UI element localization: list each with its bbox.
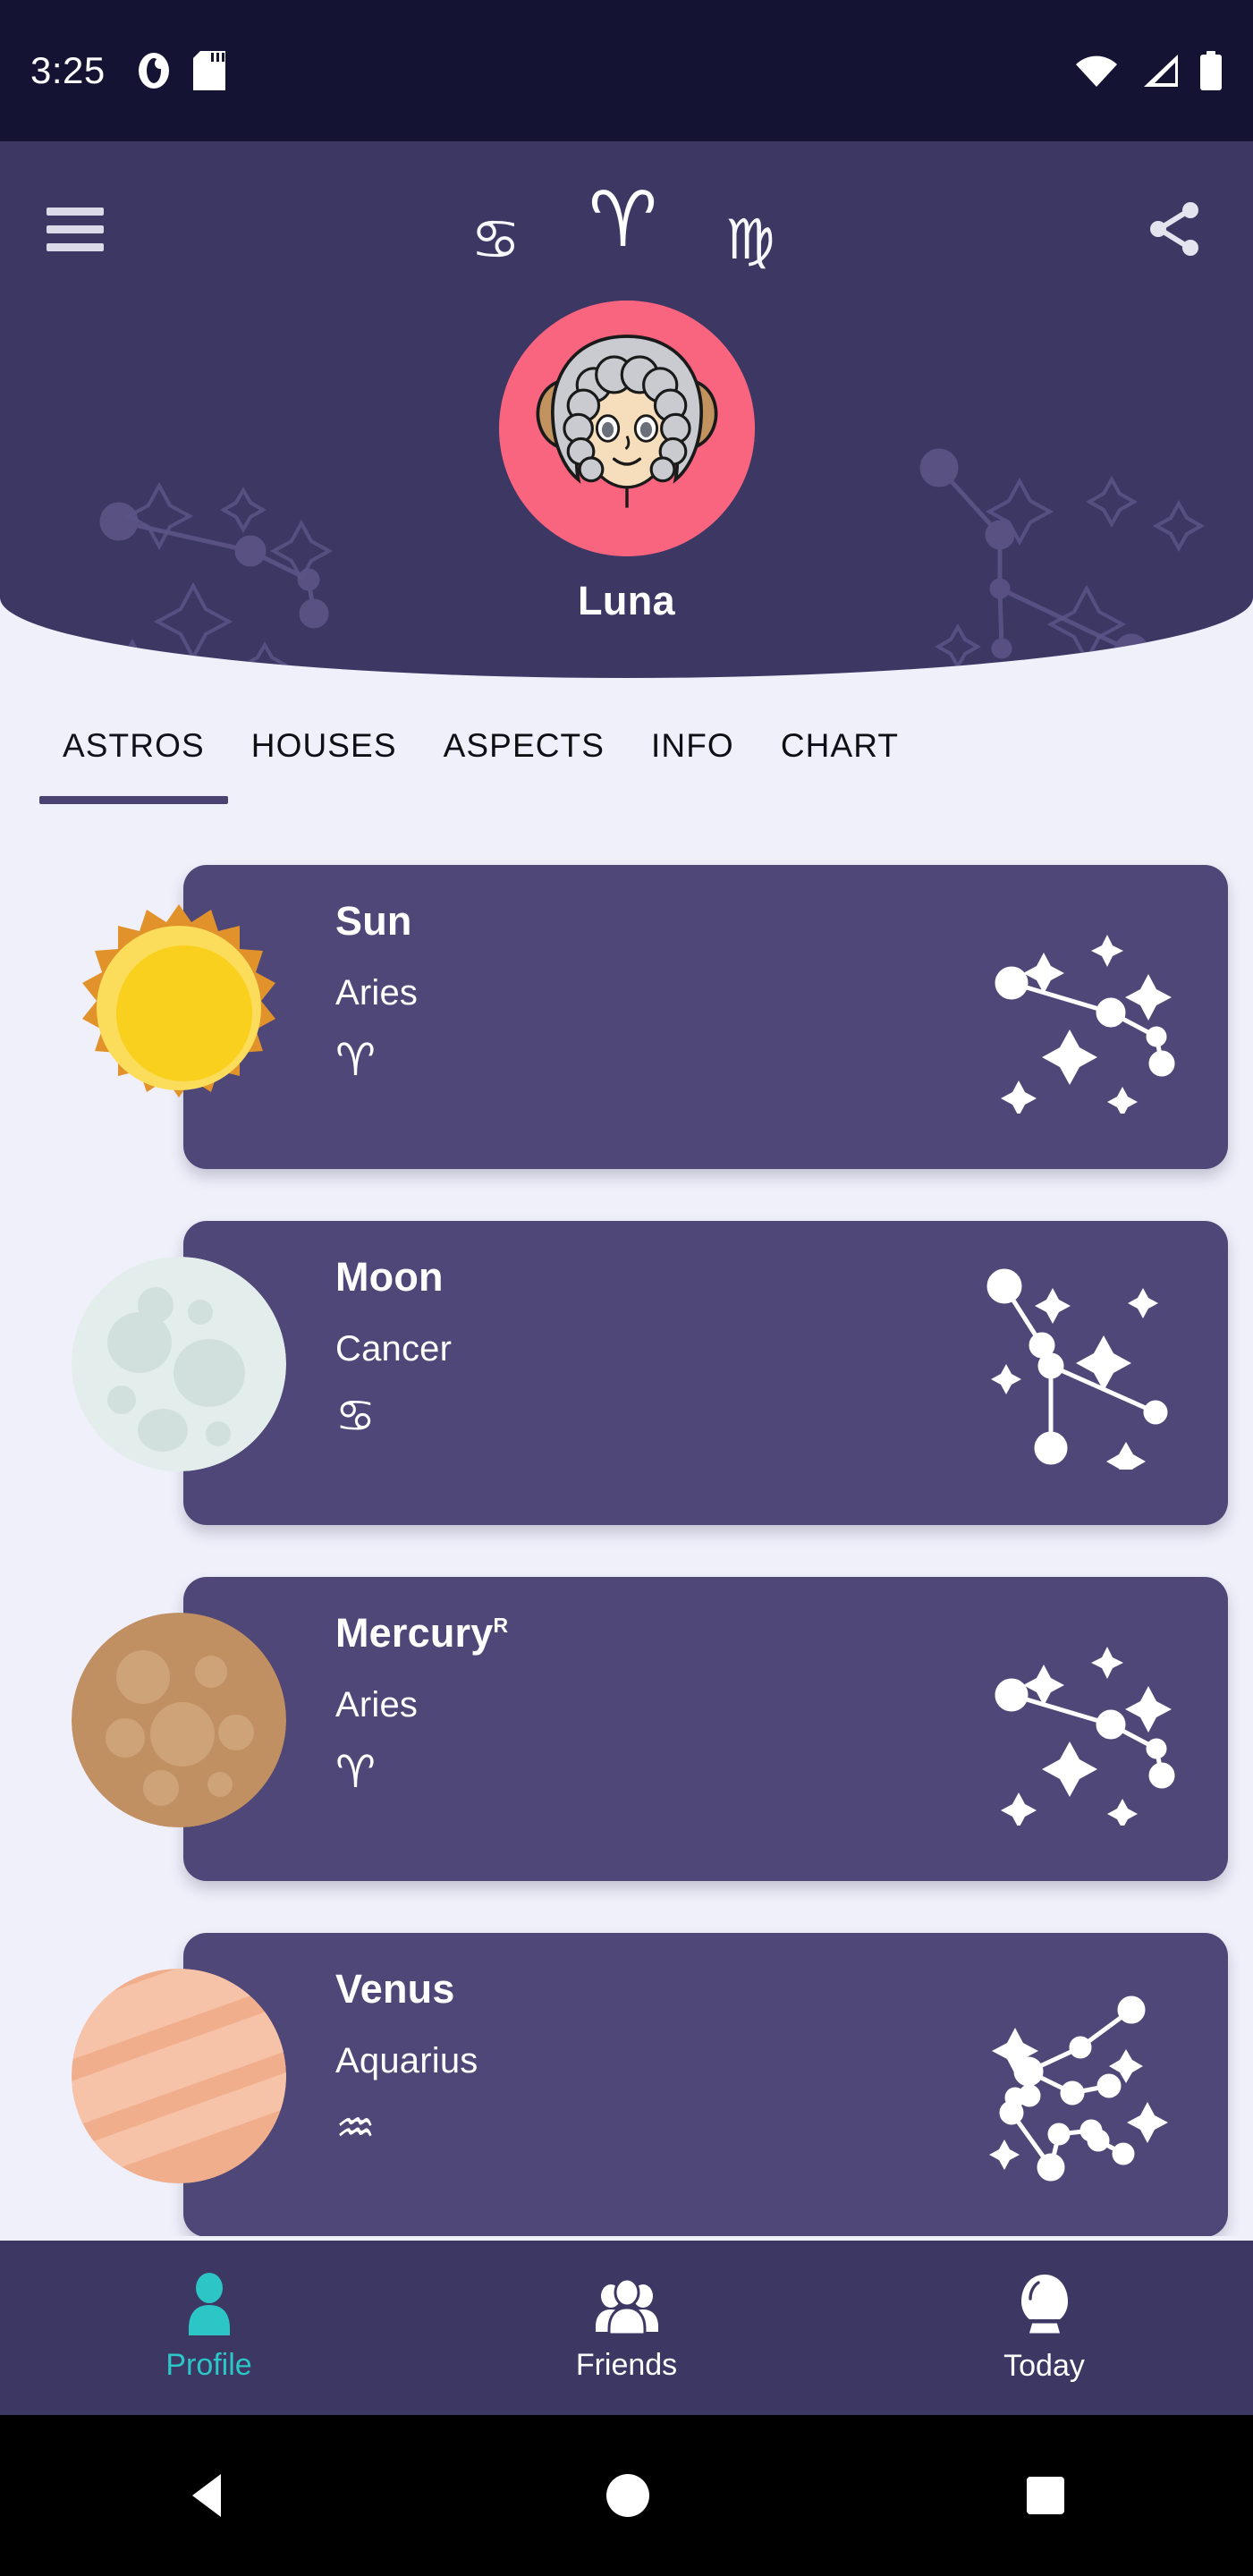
status-time: 3:25 [30,49,106,91]
back-triangle-icon[interactable] [187,2470,232,2521]
planet-name: Moon [335,1254,444,1300]
android-navigation-bar [0,2415,1253,2576]
sign-glyph-aquarius: ♒ [335,2102,376,2154]
tab-astros[interactable]: ASTROS [39,702,228,804]
tab-chart[interactable]: CHART [758,702,922,765]
avatar-circle [498,301,755,556]
tab-aspects[interactable]: ASPECTS [420,702,628,765]
astros-list[interactable]: Sun Aries ♈ Moon Cancer ♋ MercuryR Aries… [0,854,1253,2236]
planet-name: Venus [335,1966,455,2012]
list-item[interactable]: Sun Aries ♈ [0,854,1253,1210]
status-bar: 3:25 [0,0,1253,141]
astro-card-text-moon: Moon Cancer ♋ [335,1257,452,1438]
home-circle-icon[interactable] [605,2472,651,2519]
sign-name: Aquarius [335,2041,478,2080]
list-item[interactable]: Moon Cancer ♋ [0,1210,1253,1566]
app-notification-icon [138,53,169,89]
sign-name: Aries [335,1685,419,1724]
nav-item-friends[interactable]: Friends [418,2273,835,2383]
mercury-icon [72,1613,286,1827]
tab-bar: ASTROS HOUSES ASPECTS INFO CHART [0,702,1253,817]
profile-header: ♋ ♈ ♍ Luna [0,141,1253,678]
battery-icon [1200,51,1222,90]
planet-name: Sun [335,898,412,944]
astro-card-text-venus: Venus Aquarius ♒ [335,1969,478,2150]
zodiac-symbol-row: ♋ ♈ ♍ [104,182,1142,267]
sd-card-icon [192,51,225,90]
page-title: Luna [577,578,676,623]
aries-constellation-icon [995,935,1175,1114]
crystal-ball-icon [1020,2275,1068,2336]
nav-label-friends: Friends [575,2348,678,2382]
venus-icon [72,1969,286,2183]
aries-ram-avatar-icon [498,301,755,556]
zodiac-symbol-aries[interactable]: ♈ [588,182,657,258]
cell-signal-icon [1144,55,1178,87]
list-item[interactable]: Venus Aquarius ♒ [0,1922,1253,2236]
person-icon [188,2273,230,2335]
zodiac-symbol-virgo[interactable]: ♍ [725,212,775,267]
tab-info[interactable]: INFO [628,702,758,765]
astro-card-text-mercury: MercuryR Aries ♈ [335,1613,508,1794]
sign-glyph-aries: ♈ [335,1034,376,1086]
retrograde-marker: R [493,1614,509,1637]
status-left-icons [136,51,225,90]
sign-name: Aries [335,973,419,1013]
tab-houses[interactable]: HOUSES [228,702,420,765]
group-icon [595,2277,658,2335]
aries-constellation-icon [995,1647,1175,1826]
hamburger-menu-icon[interactable] [47,207,104,251]
share-icon[interactable] [1142,197,1206,261]
zodiac-symbol-cancer[interactable]: ♋ [470,212,521,267]
astro-card-text-sun: Sun Aries ♈ [335,901,418,1082]
recents-square-icon[interactable] [1024,2474,1067,2517]
planet-name: MercuryR [335,1610,509,1656]
sun-icon [72,901,286,1115]
nav-item-today[interactable]: Today [835,2272,1253,2384]
nav-label-profile: Profile [165,2348,252,2382]
sign-glyph-aries: ♈ [335,1746,376,1798]
status-right-icons [1074,51,1223,90]
sign-name: Cancer [335,1329,453,1368]
sign-glyph-cancer: ♋ [335,1390,376,1442]
app-screen: 3:25 ♋ ♈ ♍ Luna ASTROS HOUSES ASPECTS IN… [0,0,1253,2576]
bottom-navigation: Profile Friends Today [0,2241,1253,2415]
moon-icon [72,1257,286,1471]
cancer-constellation-icon [986,1268,1168,1470]
list-item[interactable]: MercuryR Aries ♈ [0,1566,1253,1922]
nav-item-profile[interactable]: Profile [0,2273,418,2383]
wifi-icon [1076,55,1117,87]
nav-label-today: Today [1003,2349,1085,2383]
avatar[interactable] [498,301,755,556]
aquarius-constellation-icon [989,1996,1168,2182]
header-toolbar: ♋ ♈ ♍ [0,175,1253,283]
